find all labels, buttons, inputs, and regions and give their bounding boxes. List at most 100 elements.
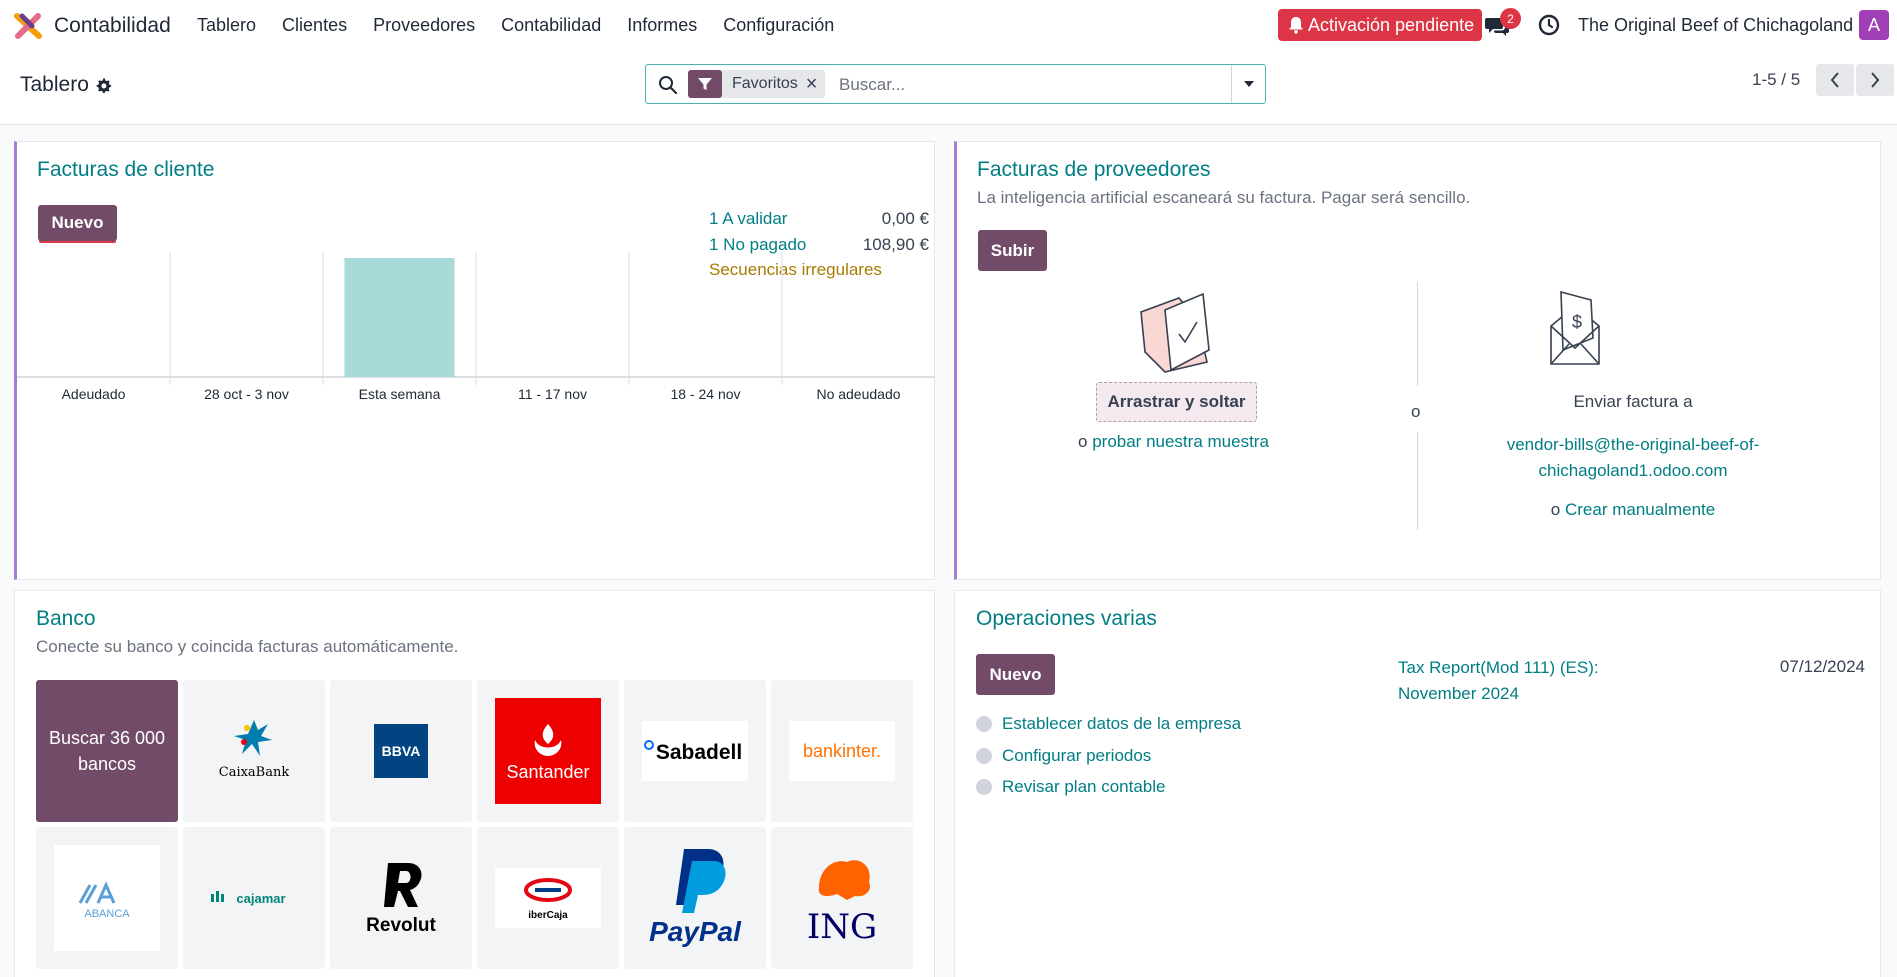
step-label: Configurar periodos: [1002, 746, 1152, 765]
or-label: o: [1078, 432, 1088, 451]
revolut-logo: Revolut: [366, 863, 437, 936]
gear-icon[interactable]: [95, 77, 112, 94]
step-periods[interactable]: Configurar periodos: [976, 746, 1151, 766]
step-status-dot: [976, 779, 992, 795]
menu-informes[interactable]: Informes: [627, 15, 697, 36]
envelope-dollar-icon: $: [1550, 290, 1600, 365]
menu-proveedores[interactable]: Proveedores: [373, 15, 475, 36]
manual-line: o Crear manualmente: [1418, 500, 1848, 520]
search-icon[interactable]: [658, 75, 678, 95]
top-navbar: Contabilidad Tablero Clientes Proveedore…: [0, 0, 1897, 51]
page-title: Tablero: [20, 73, 89, 96]
chat-count-badge: 2: [1500, 8, 1521, 29]
bank-ibercaja[interactable]: iberCaja: [477, 827, 619, 969]
bank-abanca[interactable]: ABANCA: [36, 827, 178, 969]
drag-drop-zone[interactable]: Arrastrar y soltar: [1096, 382, 1257, 422]
bank-paypal[interactable]: PayPal: [624, 827, 766, 969]
step-chart-of-accounts[interactable]: Revisar plan contable: [976, 777, 1165, 797]
misc-operations-title[interactable]: Operaciones varias: [976, 607, 1157, 631]
chart-category-label: Adeudado: [62, 386, 126, 402]
vendor-bills-title[interactable]: Facturas de proveedores: [977, 158, 1210, 182]
chart-bar[interactable]: [344, 258, 455, 377]
vendor-bills-email[interactable]: vendor-bills@the-original-beef-of- chich…: [1418, 432, 1848, 484]
pager-value[interactable]: 1-5 / 5: [1752, 70, 1800, 90]
paypal-text: PayPal: [649, 916, 742, 947]
menu-clientes[interactable]: Clientes: [282, 15, 347, 36]
company-switcher[interactable]: The Original Beef of Chichagoland: [1578, 15, 1853, 36]
chart-category-label: Esta semana: [359, 386, 441, 402]
chart-category-label: 18 - 24 nov: [670, 386, 740, 402]
ing-logo: ING: [807, 860, 877, 947]
bank-revolut[interactable]: Revolut: [330, 827, 472, 969]
chart-category-label: 28 oct - 3 nov: [204, 386, 289, 402]
step-status-dot: [976, 716, 992, 732]
facet-remove-icon[interactable]: ×: [806, 73, 826, 96]
step-company-data[interactable]: Establecer datos de la empresa: [976, 714, 1241, 734]
bank-card: Banco Conecte su banco y coincida factur…: [14, 590, 935, 977]
step-label: Establecer datos de la empresa: [1002, 714, 1242, 733]
ing-text: ING: [807, 907, 877, 947]
sabadell-text: Sabadell: [656, 741, 742, 764]
step-label: Revisar plan contable: [1002, 777, 1166, 796]
bankinter-text: bankinter.: [803, 741, 881, 761]
send-invoice-label: Enviar factura a: [1573, 392, 1693, 411]
step-status-dot: [976, 748, 992, 764]
upload-button[interactable]: Subir: [978, 230, 1047, 271]
breadcrumb: Tablero: [20, 73, 112, 97]
new-entry-button[interactable]: Nuevo: [976, 654, 1055, 695]
revolut-text: Revolut: [366, 915, 436, 936]
caixabank-text: CaixaBank: [219, 765, 290, 780]
customer-invoices-card: Facturas de cliente Nuevo 1 A validar 0,…: [14, 141, 935, 580]
cajamar-text: cajamar: [236, 891, 285, 906]
bank-santander[interactable]: Santander: [477, 680, 619, 822]
bankinter-logo: bankinter.: [789, 721, 895, 781]
tax-report-line-2: November 2024: [1398, 684, 1519, 703]
bank-bbva[interactable]: BBVA: [330, 680, 472, 822]
bank-subtitle: Conecte su banco y coincida facturas aut…: [36, 637, 459, 656]
create-manually-link[interactable]: Crear manualmente: [1565, 500, 1715, 519]
chevron-right-icon: [1871, 72, 1880, 88]
bank-caixabank[interactable]: CaixaBank: [183, 680, 325, 822]
bank-ing[interactable]: ING: [771, 827, 913, 969]
invoice-aging-chart: Adeudado 28 oct - 3 nov Esta semana 11 - 17…: [17, 252, 935, 402]
filter-icon: [688, 70, 722, 98]
tax-report-link[interactable]: Tax Report(Mod 111) (ES): November 2024: [1398, 655, 1599, 707]
clock-icon[interactable]: [1538, 14, 1560, 36]
bank-cajamar[interactable]: cajamar: [183, 827, 325, 969]
main-menu: Tablero Clientes Proveedores Contabilida…: [197, 15, 860, 36]
ibercaja-text: iberCaja: [528, 910, 568, 921]
search-banks-tile[interactable]: Buscar 36 000 bancos: [36, 680, 178, 822]
pager-next-button[interactable]: [1856, 64, 1894, 96]
pager-previous-button[interactable]: [1816, 64, 1854, 96]
search-input[interactable]: [839, 72, 1219, 98]
paypal-logo: PayPal: [649, 849, 742, 947]
bank-bankinter[interactable]: bankinter.: [771, 680, 913, 822]
user-avatar[interactable]: A: [1859, 10, 1889, 40]
cajamar-logo: cajamar: [211, 891, 286, 906]
chart-category-label: No adeudado: [816, 386, 900, 402]
search-facet-favorites: Favoritos ×: [688, 70, 826, 98]
menu-configuracion[interactable]: Configuración: [723, 15, 834, 36]
misc-operations-card: Operaciones varias Nuevo Tax Report(Mod …: [954, 590, 1881, 977]
menu-tablero[interactable]: Tablero: [197, 15, 256, 36]
accounting-app-icon[interactable]: [14, 12, 42, 40]
divider: [1417, 282, 1418, 386]
tax-report-line-1: Tax Report(Mod 111) (ES):: [1398, 658, 1599, 677]
or-label: o: [1550, 500, 1561, 519]
tax-report-date: 07/12/2024: [1779, 657, 1865, 676]
facet-label: Favoritos: [732, 75, 798, 92]
vendor-bills-subtitle: La inteligencia artificial escaneará su …: [977, 188, 1471, 207]
search-options-toggle[interactable]: [1231, 65, 1265, 103]
try-sample-link[interactable]: probar nuestra muestra: [1092, 432, 1269, 451]
abanca-text: ABANCA: [84, 908, 130, 920]
bank-sabadell[interactable]: Sabadell: [624, 680, 766, 822]
activation-pending-button[interactable]: Activación pendiente: [1278, 9, 1483, 41]
caret-down-icon: [1243, 81, 1254, 87]
sabadell-logo: Sabadell: [642, 721, 748, 781]
email-line-2: chichagoland1.odoo.com: [1538, 461, 1728, 480]
menu-contabilidad[interactable]: Contabilidad: [501, 15, 601, 36]
santander-logo: Santander: [495, 698, 601, 804]
bank-title[interactable]: Banco: [36, 607, 96, 631]
app-name[interactable]: Contabilidad: [54, 14, 171, 38]
email-line-1: vendor-bills@the-original-beef-of-: [1506, 435, 1760, 454]
